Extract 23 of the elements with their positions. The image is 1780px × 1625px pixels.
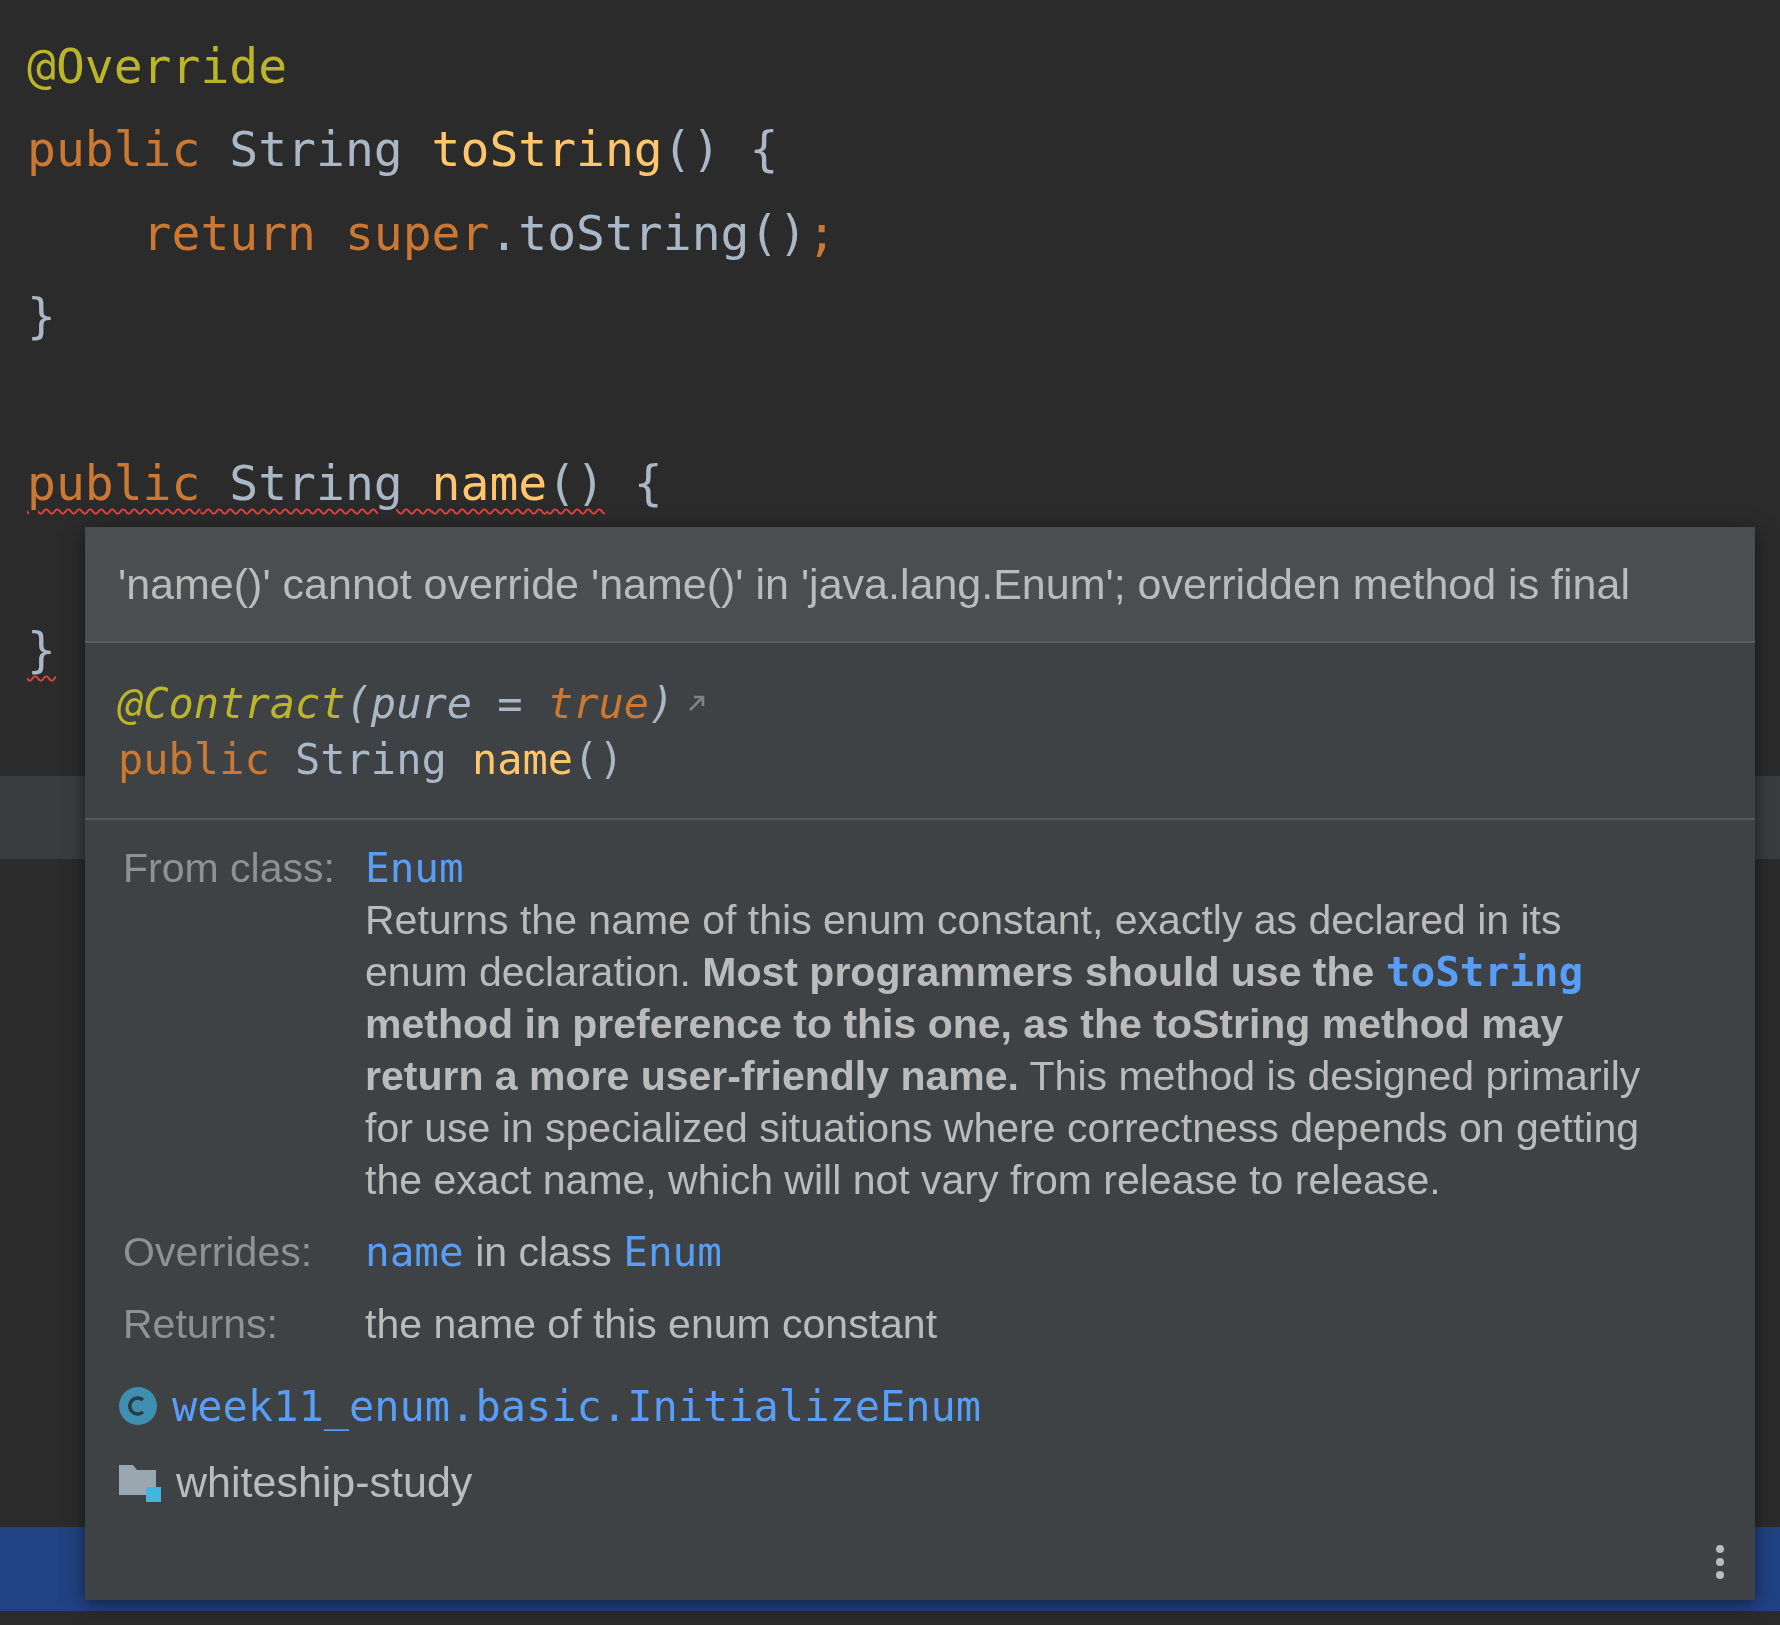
class-icon [118,1386,158,1426]
doc-label: Overrides: [123,1228,314,1277]
code-link[interactable]: toString [1385,948,1584,996]
code-line: } [27,288,56,345]
code-line: public String toString() { [27,121,779,178]
code-line: @Override [27,37,288,94]
signature-line: public String name() [118,734,624,784]
module-name: whiteship-study [176,1457,473,1507]
code-link[interactable]: Enum [623,1228,722,1276]
code-link[interactable]: Enum [365,844,464,892]
doc-text: the name of this enum constant [365,1300,939,1349]
error-message: 'name()' cannot override 'name()' in 'java.lang.Enum'; overridden method is final [118,559,1630,609]
code-line: } [27,622,56,679]
doc-label: From class: [123,844,336,893]
code-line: return super.toString(); [141,204,837,261]
code-link[interactable]: name [365,1228,464,1276]
doc-text: name in class Enum [365,1227,723,1278]
code-line: public String name() { [27,455,663,512]
class-link[interactable]: week11_enum.basic.InitializeEnum [172,1381,982,1431]
more-options-icon[interactable] [1715,1544,1725,1580]
doc-text: Returns the name of this enum constant, exactly as declared in its enum declaration. Most programmers should use the toString method in preference to this one, as the toString method may return a more user-friendly name. This method is designed primarily for use in specialized situations where correctness depends on getting the exact name, which will not vary from release to release. [365,896,1642,1205]
signature-line: @Contract(pure = true) [118,678,675,728]
doc-label: Returns: [123,1300,279,1349]
